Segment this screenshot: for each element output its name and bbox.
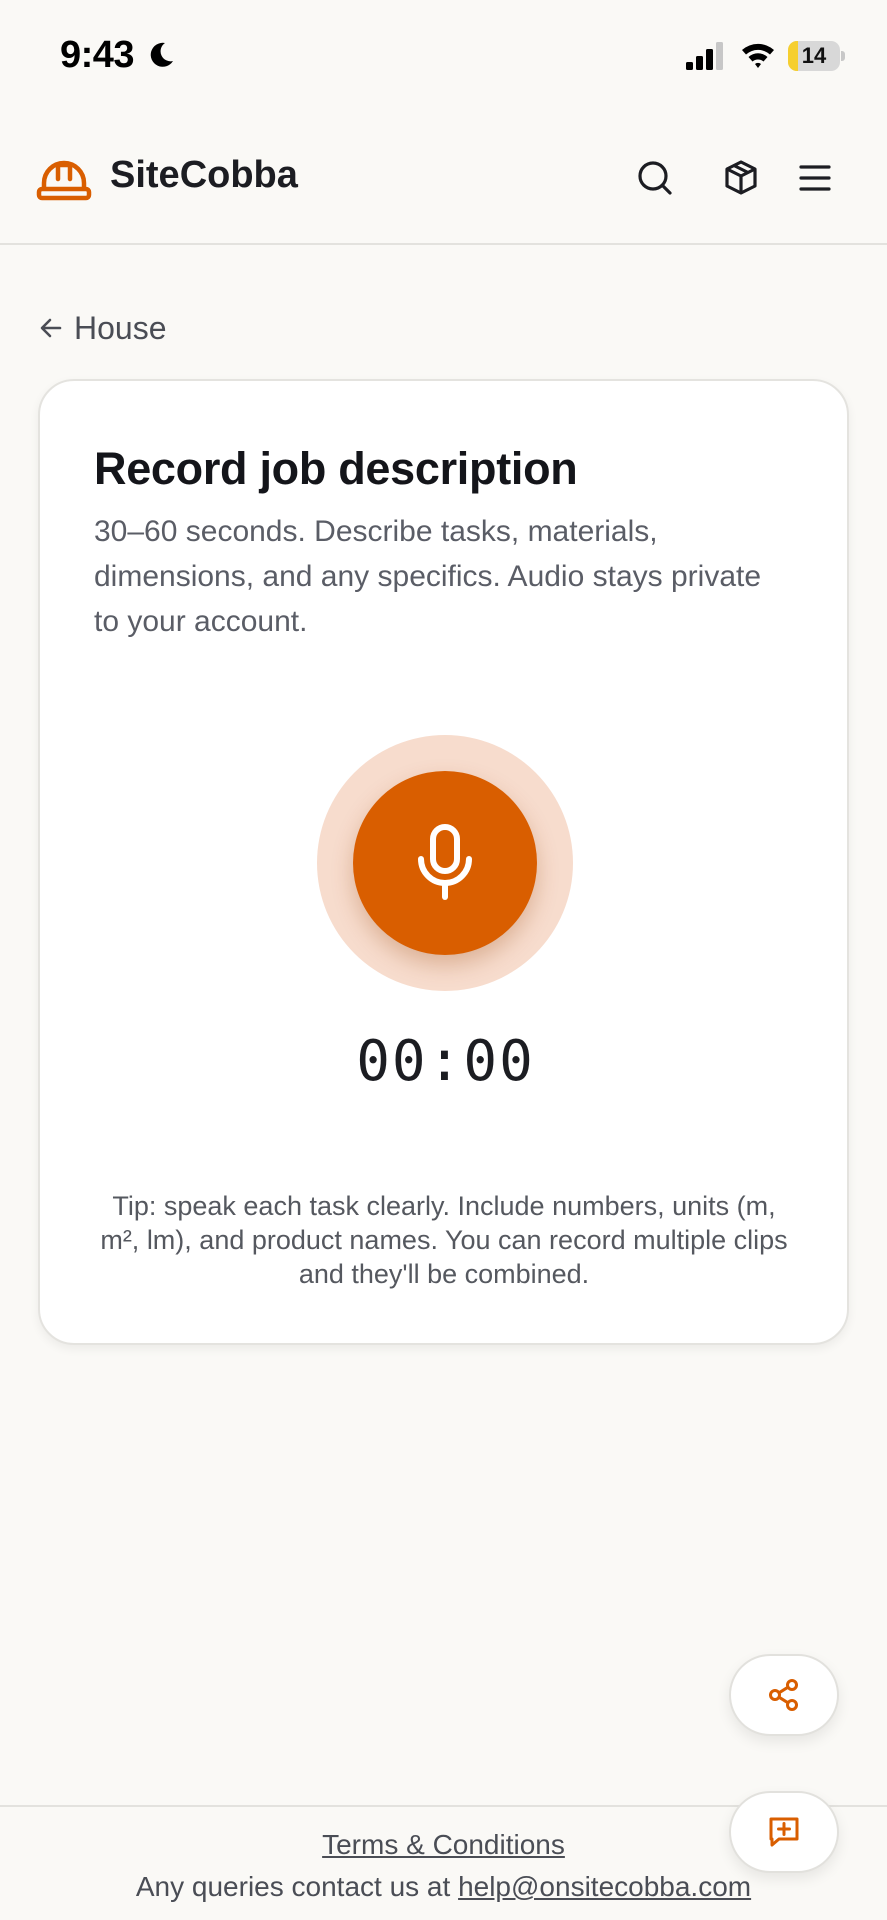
box-icon	[725, 160, 757, 195]
terms-link[interactable]: Terms & Conditions	[322, 1829, 565, 1860]
share-icon	[769, 1679, 798, 1711]
cellular-signal-icon	[686, 42, 723, 70]
menu-icon	[799, 165, 831, 191]
moon-icon	[150, 42, 173, 67]
wifi-icon	[742, 43, 774, 68]
battery-indicator: 14	[788, 41, 845, 71]
battery-level: 14	[801, 43, 827, 68]
message-plus-icon	[769, 1817, 799, 1847]
status-bar: 9:43 14	[0, 0, 887, 110]
contact-email-link[interactable]: help@onsitecobba.com	[458, 1871, 751, 1902]
recording-tip: Tip: speak each task clearly. Include nu…	[100, 1191, 788, 1289]
search-button[interactable]	[629, 152, 681, 204]
microphone-icon	[418, 824, 472, 900]
app-header: SiteCobba	[0, 110, 887, 245]
record-card: Record job description 30–60 seconds. De…	[38, 379, 849, 1345]
recording-timer: 00:00	[356, 1029, 535, 1094]
hard-hat-icon	[36, 160, 92, 201]
search-icon	[638, 161, 672, 195]
materials-button[interactable]	[715, 152, 767, 204]
status-time: 9:43	[60, 34, 135, 76]
back-link-label: House	[74, 309, 167, 346]
back-link[interactable]: House	[38, 306, 167, 350]
share-button[interactable]	[729, 1654, 839, 1736]
brand-name[interactable]: SiteCobba	[110, 154, 298, 197]
card-description: 30–60 seconds. Describe tasks, materials…	[94, 515, 762, 638]
feedback-button[interactable]	[729, 1791, 839, 1873]
contact-row: Any queries contact us at help@onsitecob…	[0, 1871, 887, 1903]
record-button[interactable]	[353, 771, 537, 955]
arrow-left-icon	[40, 318, 62, 338]
card-title: Record job description	[94, 443, 578, 494]
menu-button[interactable]	[789, 152, 841, 204]
contact-prefix: Any queries contact us at	[135, 1871, 459, 1902]
